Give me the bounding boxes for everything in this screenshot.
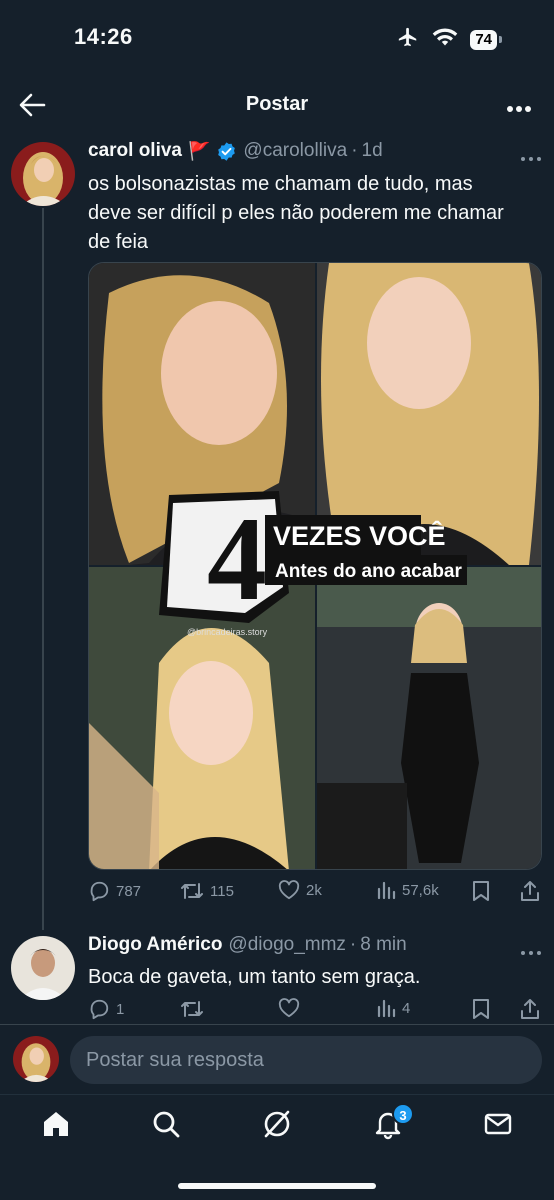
- tweet-time: 1d: [361, 140, 383, 161]
- reply-input[interactable]: Postar sua resposta: [70, 1036, 542, 1084]
- media-subheadline: Antes do ano acabar: [275, 561, 462, 582]
- repost-icon: [181, 883, 203, 899]
- airplane-icon: [396, 26, 420, 53]
- repost-icon: [181, 1001, 203, 1017]
- home-icon[interactable]: [40, 1108, 72, 1140]
- status-bar: 14:26 74: [0, 0, 554, 74]
- views-count: 57,6k: [402, 881, 439, 899]
- tweet-text-line: de feia: [88, 231, 149, 253]
- notification-badge: 3: [392, 1103, 414, 1125]
- like-button[interactable]: 2k: [278, 880, 322, 900]
- reply-share-button[interactable]: [520, 998, 540, 1020]
- reply-header: Diogo Américo @diogo_mmz · 8 min: [88, 934, 407, 956]
- reply-repost-button[interactable]: [180, 998, 204, 1020]
- reply-more-icon[interactable]: [520, 943, 542, 955]
- status-icons: 74: [396, 26, 502, 53]
- reply-views-button[interactable]: 4: [376, 998, 410, 1018]
- home-indicator: [178, 1183, 376, 1189]
- status-time: 14:26: [74, 24, 133, 49]
- battery-icon: 74: [470, 29, 502, 50]
- heart-icon: [278, 998, 300, 1018]
- avatar-diogo[interactable]: [11, 936, 75, 1000]
- reply-like-button[interactable]: [278, 998, 300, 1018]
- author-name[interactable]: carol oliva: [88, 140, 182, 162]
- search-icon[interactable]: [150, 1108, 182, 1140]
- reply-icon: [90, 881, 109, 902]
- bookmark-button[interactable]: [472, 880, 490, 902]
- header: Postar: [0, 78, 554, 132]
- reply-bookmark-button[interactable]: [472, 998, 490, 1020]
- wifi-icon: [432, 27, 458, 52]
- page-title: Postar: [245, 93, 309, 115]
- bookmark-icon: [473, 881, 489, 901]
- views-icon: [377, 881, 396, 900]
- composer-divider: [0, 1024, 554, 1025]
- reply-views-count: 4: [402, 999, 411, 1017]
- media-big-number: 4: [207, 492, 267, 625]
- heart-icon: [278, 880, 300, 900]
- tweet-actions: 787 115 2k 57,6k: [88, 880, 542, 906]
- author-handle[interactable]: @carololliva: [243, 140, 347, 162]
- share-icon: [521, 999, 539, 1019]
- reply-author-handle[interactable]: @diogo_mmz: [228, 934, 346, 956]
- like-count: 2k: [306, 881, 322, 899]
- share-icon: [521, 881, 539, 901]
- nav-divider: [0, 1094, 554, 1095]
- more-options-icon[interactable]: [506, 100, 532, 112]
- reply-icon: [90, 999, 109, 1020]
- avatar-carol[interactable]: [11, 142, 75, 206]
- tweet-header: carol oliva 🚩 @carololliva · 1d: [88, 140, 383, 162]
- reply-author-name[interactable]: Diogo Américo: [88, 934, 222, 956]
- tweet-text-line: os bolsonazistas me chamam de tudo, mas: [88, 173, 473, 195]
- tweet-text: os bolsonazistas me chamam de tudo, mas …: [88, 170, 544, 257]
- reply-actions: 1 4: [88, 998, 542, 1024]
- grok-icon[interactable]: [261, 1108, 293, 1140]
- verified-badge-icon: [216, 141, 237, 162]
- composer-avatar: [13, 1036, 59, 1082]
- media-headline: VEZES VOCÊ: [273, 520, 446, 551]
- reply-text: Boca de gaveta, um tanto sem graça.: [88, 966, 421, 988]
- messages-icon[interactable]: [482, 1108, 514, 1140]
- views-icon: [377, 999, 396, 1018]
- reply-time: 8 min: [360, 934, 407, 955]
- repost-button[interactable]: 115: [180, 880, 234, 902]
- reply-reply-count: 1: [116, 1000, 125, 1018]
- bookmark-icon: [473, 999, 489, 1019]
- flag-emoji: 🚩: [188, 140, 211, 161]
- battery-level: 74: [470, 29, 497, 50]
- reply-count: 787: [116, 882, 142, 900]
- reply-button[interactable]: 787: [88, 880, 141, 902]
- share-button[interactable]: [520, 880, 540, 902]
- media-watermark: @brincadeiras.story: [187, 627, 268, 637]
- repost-count: 115: [210, 882, 234, 900]
- tweet-media-image[interactable]: 4 VEZES VOCÊ Antes do ano acabar @brinca…: [88, 262, 542, 870]
- views-button[interactable]: 57,6k: [376, 880, 439, 900]
- tweet-more-icon[interactable]: [520, 149, 542, 161]
- thread-line: [42, 208, 44, 930]
- tweet-text-line: deve ser difícil p eles não poderem me c…: [88, 202, 504, 224]
- reply-reply-button[interactable]: 1: [88, 998, 124, 1020]
